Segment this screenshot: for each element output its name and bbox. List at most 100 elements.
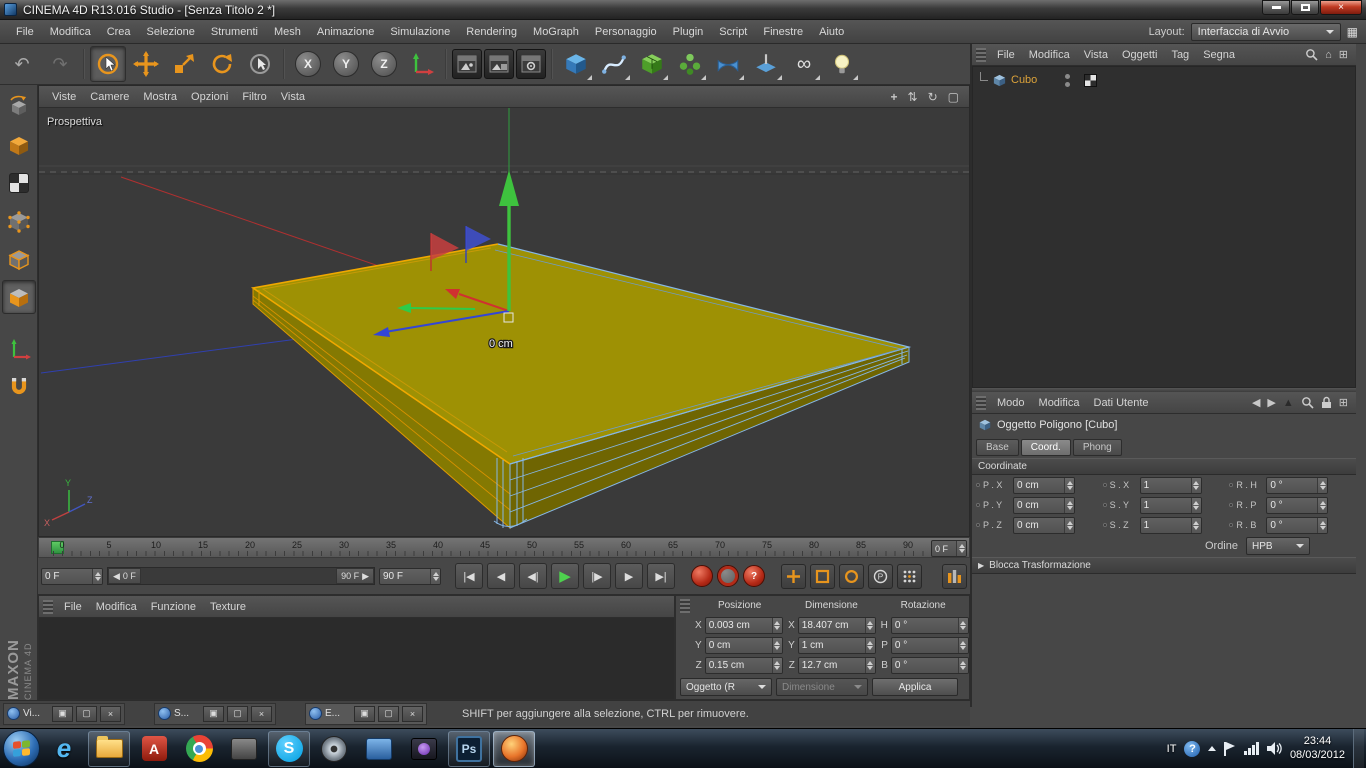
- add-environment-button[interactable]: [748, 46, 784, 82]
- make-editable-button[interactable]: [2, 90, 36, 124]
- polygon-cube-object[interactable]: [253, 244, 909, 528]
- add-deformer-button[interactable]: [710, 46, 746, 82]
- layout-grid-button[interactable]: ▦: [1347, 25, 1358, 39]
- axis-mode-button[interactable]: [2, 332, 36, 366]
- history-forward-icon[interactable]: ▶: [1267, 396, 1275, 409]
- menu-item[interactable]: Strumenti: [203, 20, 266, 43]
- viewport-menu-item[interactable]: Camere: [83, 91, 136, 103]
- blocca-section-header[interactable]: ▶Blocca Trasformazione: [972, 557, 1356, 574]
- rb-field[interactable]: 0 °: [1266, 517, 1328, 534]
- show-hidden-icons-button[interactable]: [1208, 746, 1216, 751]
- next-frame-button[interactable]: |▶: [583, 563, 611, 589]
- goto-end-button[interactable]: ▶|: [647, 563, 675, 589]
- add-mograph-button[interactable]: [672, 46, 708, 82]
- history-back-icon[interactable]: ◀: [1252, 396, 1260, 409]
- add-layer-icon[interactable]: ⊞: [1339, 48, 1348, 61]
- undo-button[interactable]: ↶: [4, 46, 40, 82]
- anim-dot[interactable]: [1103, 523, 1107, 527]
- end-frame-field[interactable]: 90 F: [379, 568, 441, 585]
- size-z-field[interactable]: 12.7 cm: [798, 657, 876, 674]
- move-tool-button[interactable]: [128, 46, 164, 82]
- material-menu-item[interactable]: Modifica: [89, 601, 144, 613]
- position-y-field[interactable]: 0 cm: [705, 637, 783, 654]
- autokey-button[interactable]: [717, 565, 739, 587]
- record-parameter-toggle[interactable]: P: [868, 564, 893, 589]
- record-keyframe-button[interactable]: [691, 565, 713, 587]
- layout-select[interactable]: Interfaccia di Avvio: [1191, 23, 1341, 41]
- timeline-layout-button[interactable]: [942, 564, 967, 589]
- rotation-h-field[interactable]: 0 °: [891, 617, 969, 634]
- previous-key-button[interactable]: ◀: [487, 563, 515, 589]
- coordinate-system-button[interactable]: [404, 46, 440, 82]
- object-menu-item[interactable]: Vista: [1077, 49, 1115, 61]
- size-y-field[interactable]: 1 cm: [798, 637, 876, 654]
- object-menu-item[interactable]: Oggetti: [1115, 49, 1164, 61]
- add-light-button[interactable]: [824, 46, 860, 82]
- language-indicator[interactable]: IT: [1167, 743, 1177, 755]
- anim-dot[interactable]: [1103, 503, 1107, 507]
- close-panel-button[interactable]: ×: [251, 706, 272, 722]
- volume-icon[interactable]: [1267, 742, 1282, 755]
- rotate-view-icon[interactable]: ↻: [928, 90, 938, 104]
- model-mode-button[interactable]: [2, 128, 36, 162]
- docked-window-tab[interactable]: E... ▣ ▢ ×: [305, 703, 427, 725]
- render-settings-button[interactable]: [516, 49, 546, 79]
- rp-field[interactable]: 0 °: [1266, 497, 1328, 514]
- texture-mode-button[interactable]: [2, 166, 36, 200]
- new-panel-icon[interactable]: ⊞: [1339, 396, 1348, 409]
- rotation-p-field[interactable]: 0 °: [891, 637, 969, 654]
- visibility-dots[interactable]: [1065, 74, 1070, 87]
- record-rotation-toggle[interactable]: [839, 564, 864, 589]
- p an-view-icon[interactable]: +: [891, 90, 898, 104]
- position-x-field[interactable]: 0.003 cm: [705, 617, 783, 634]
- goto-start-button[interactable]: |◀: [455, 563, 483, 589]
- rotate-tool-button[interactable]: [204, 46, 240, 82]
- viewport-menu-item[interactable]: Mostra: [136, 91, 184, 103]
- panel-grip[interactable]: [43, 600, 53, 614]
- zoom-view-icon[interactable]: ⇅: [908, 90, 918, 104]
- texture-tag-icon[interactable]: [1084, 74, 1097, 87]
- chrome-icon[interactable]: [178, 731, 220, 767]
- undock-button[interactable]: ▣: [203, 706, 224, 722]
- preview-range-bar[interactable]: ◀0 F 90 F▶: [107, 567, 375, 585]
- keyframe-selection-button[interactable]: ?: [743, 565, 765, 587]
- add-spline-button[interactable]: [596, 46, 632, 82]
- anim-dot[interactable]: [976, 523, 980, 527]
- start-button[interactable]: [3, 730, 40, 767]
- attribute-menu-item[interactable]: Modo: [990, 397, 1032, 409]
- perspective-viewport[interactable]: Viste Camere Mostra Opzioni Filtro Vista…: [38, 85, 970, 537]
- cinema4d-taskbar-icon[interactable]: [493, 731, 535, 767]
- viewport-menu-item[interactable]: Opzioni: [184, 91, 235, 103]
- maximize-button[interactable]: [1291, 0, 1319, 15]
- skype-icon[interactable]: S: [268, 731, 310, 767]
- menu-item[interactable]: Animazione: [309, 20, 382, 43]
- program-icon[interactable]: [223, 731, 265, 767]
- object-menu-item[interactable]: Modifica: [1022, 49, 1077, 61]
- menu-item[interactable]: Simulazione: [382, 20, 458, 43]
- object-menu-item[interactable]: Tag: [1164, 49, 1196, 61]
- rh-field[interactable]: 0 °: [1266, 477, 1328, 494]
- anim-dot[interactable]: [1103, 483, 1107, 487]
- y-axis-lock-button[interactable]: Y: [328, 46, 364, 82]
- anim-dot[interactable]: [976, 483, 980, 487]
- rotation-b-field[interactable]: 0 °: [891, 657, 969, 674]
- home-icon[interactable]: ⌂: [1325, 49, 1332, 61]
- coordinate-section-header[interactable]: Coordinate: [972, 458, 1356, 475]
- position-z-field[interactable]: 0.15 cm: [705, 657, 783, 674]
- toggle-view-icon[interactable]: ▢: [948, 90, 959, 104]
- tab-base[interactable]: Base: [976, 439, 1019, 456]
- coord-mode-select[interactable]: Oggetto (R: [680, 678, 772, 696]
- current-frame-field[interactable]: 0 F: [41, 568, 103, 585]
- anim-dot[interactable]: [1229, 503, 1233, 507]
- viewport-menu-item[interactable]: Viste: [45, 91, 83, 103]
- network-icon[interactable]: [1244, 742, 1259, 755]
- viewport-menu-item[interactable]: Filtro: [235, 91, 273, 103]
- material-menu-item[interactable]: File: [57, 601, 89, 613]
- sy-field[interactable]: 1: [1140, 497, 1202, 514]
- ordine-select[interactable]: HPB: [1246, 537, 1310, 555]
- menu-item[interactable]: Crea: [99, 20, 139, 43]
- close-button[interactable]: ×: [1320, 0, 1362, 15]
- snap-magnet-button[interactable]: [2, 370, 36, 404]
- help-tray-icon[interactable]: ?: [1184, 741, 1200, 757]
- apply-button[interactable]: Applica: [872, 678, 958, 696]
